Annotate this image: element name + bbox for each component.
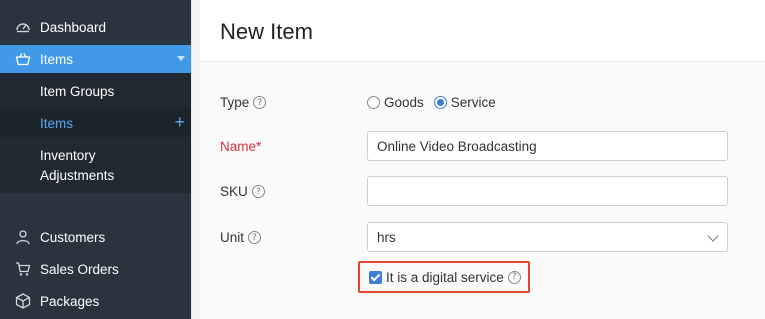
sidebar-item-label: Adjustments [40, 168, 115, 183]
help-icon[interactable]: ? [507, 270, 521, 284]
type-label: Type ? [220, 95, 267, 110]
type-option-goods[interactable]: Goods [367, 95, 424, 110]
page-title: New Item [220, 19, 313, 44]
sku-label-text: SKU [220, 184, 248, 199]
sidebar-item-label: Packages [40, 293, 100, 309]
help-icon[interactable]: ? [253, 96, 267, 109]
sidebar: Dashboard Items Item Groups Items + Inve… [0, 0, 191, 319]
caret-down-icon[interactable] [177, 56, 185, 61]
page-header: New Item [200, 0, 765, 62]
service-radio[interactable] [433, 96, 447, 109]
sidebar-item-label: Items [40, 51, 74, 67]
sidebar-item-sales-orders[interactable]: Sales Orders [0, 255, 191, 283]
unit-select-value: hrs [377, 229, 396, 245]
unit-label: Unit ? [220, 230, 262, 245]
goods-radio[interactable] [367, 96, 380, 109]
sidebar-item-packages[interactable]: Packages [0, 287, 191, 315]
basket-icon [15, 51, 31, 67]
name-field[interactable]: Online Video Broadcasting [367, 131, 728, 161]
type-option-service[interactable]: Service [433, 95, 496, 110]
sku-label: SKU ? [220, 184, 265, 199]
sidebar-item-dashboard[interactable]: Dashboard [0, 13, 191, 41]
help-icon[interactable]: ? [251, 185, 265, 198]
package-icon [15, 293, 31, 309]
sidebar-item-label: Dashboard [40, 19, 107, 35]
sidebar-item-label: Item Groups [40, 83, 115, 99]
sidebar-item-items[interactable]: Items [0, 45, 191, 73]
sidebar-item-label: Customers [40, 229, 106, 245]
sidebar-item-items-sub[interactable]: Items + [0, 109, 191, 137]
type-label-text: Type [220, 95, 250, 110]
sidebar-divider [191, 0, 200, 319]
chevron-down-icon [707, 230, 719, 242]
dashboard-icon [15, 19, 31, 35]
help-icon[interactable]: ? [248, 231, 262, 244]
main-content: New Item Type ? Goods Service Name* Onli… [200, 0, 765, 319]
type-radio-group: Goods Service [367, 95, 506, 110]
sku-field[interactable] [367, 176, 728, 206]
name-label: Name* [220, 139, 262, 154]
digital-service-checkbox-row[interactable]: It is a digital service ? [358, 261, 530, 293]
unit-select[interactable]: hrs [367, 222, 728, 252]
sidebar-item-inventory-adjustments[interactable]: Inventory Adjustments [40, 146, 114, 186]
user-icon [15, 229, 31, 245]
sidebar-item-item-groups[interactable]: Item Groups [0, 77, 191, 105]
sidebar-item-customers[interactable]: Customers [0, 223, 191, 251]
digital-service-checkbox[interactable] [369, 270, 382, 284]
goods-radio-label: Goods [384, 95, 424, 110]
sidebar-item-label: Inventory [40, 148, 96, 163]
sidebar-item-label: Items [40, 115, 74, 131]
add-icon[interactable]: + [174, 113, 185, 131]
unit-label-text: Unit [220, 230, 245, 245]
item-form: Type ? Goods Service Name* Online Video … [200, 62, 765, 319]
cart-icon [15, 261, 31, 277]
service-radio-label: Service [450, 95, 496, 110]
sidebar-item-label: Sales Orders [40, 261, 119, 277]
digital-service-label: It is a digital service [386, 269, 504, 285]
